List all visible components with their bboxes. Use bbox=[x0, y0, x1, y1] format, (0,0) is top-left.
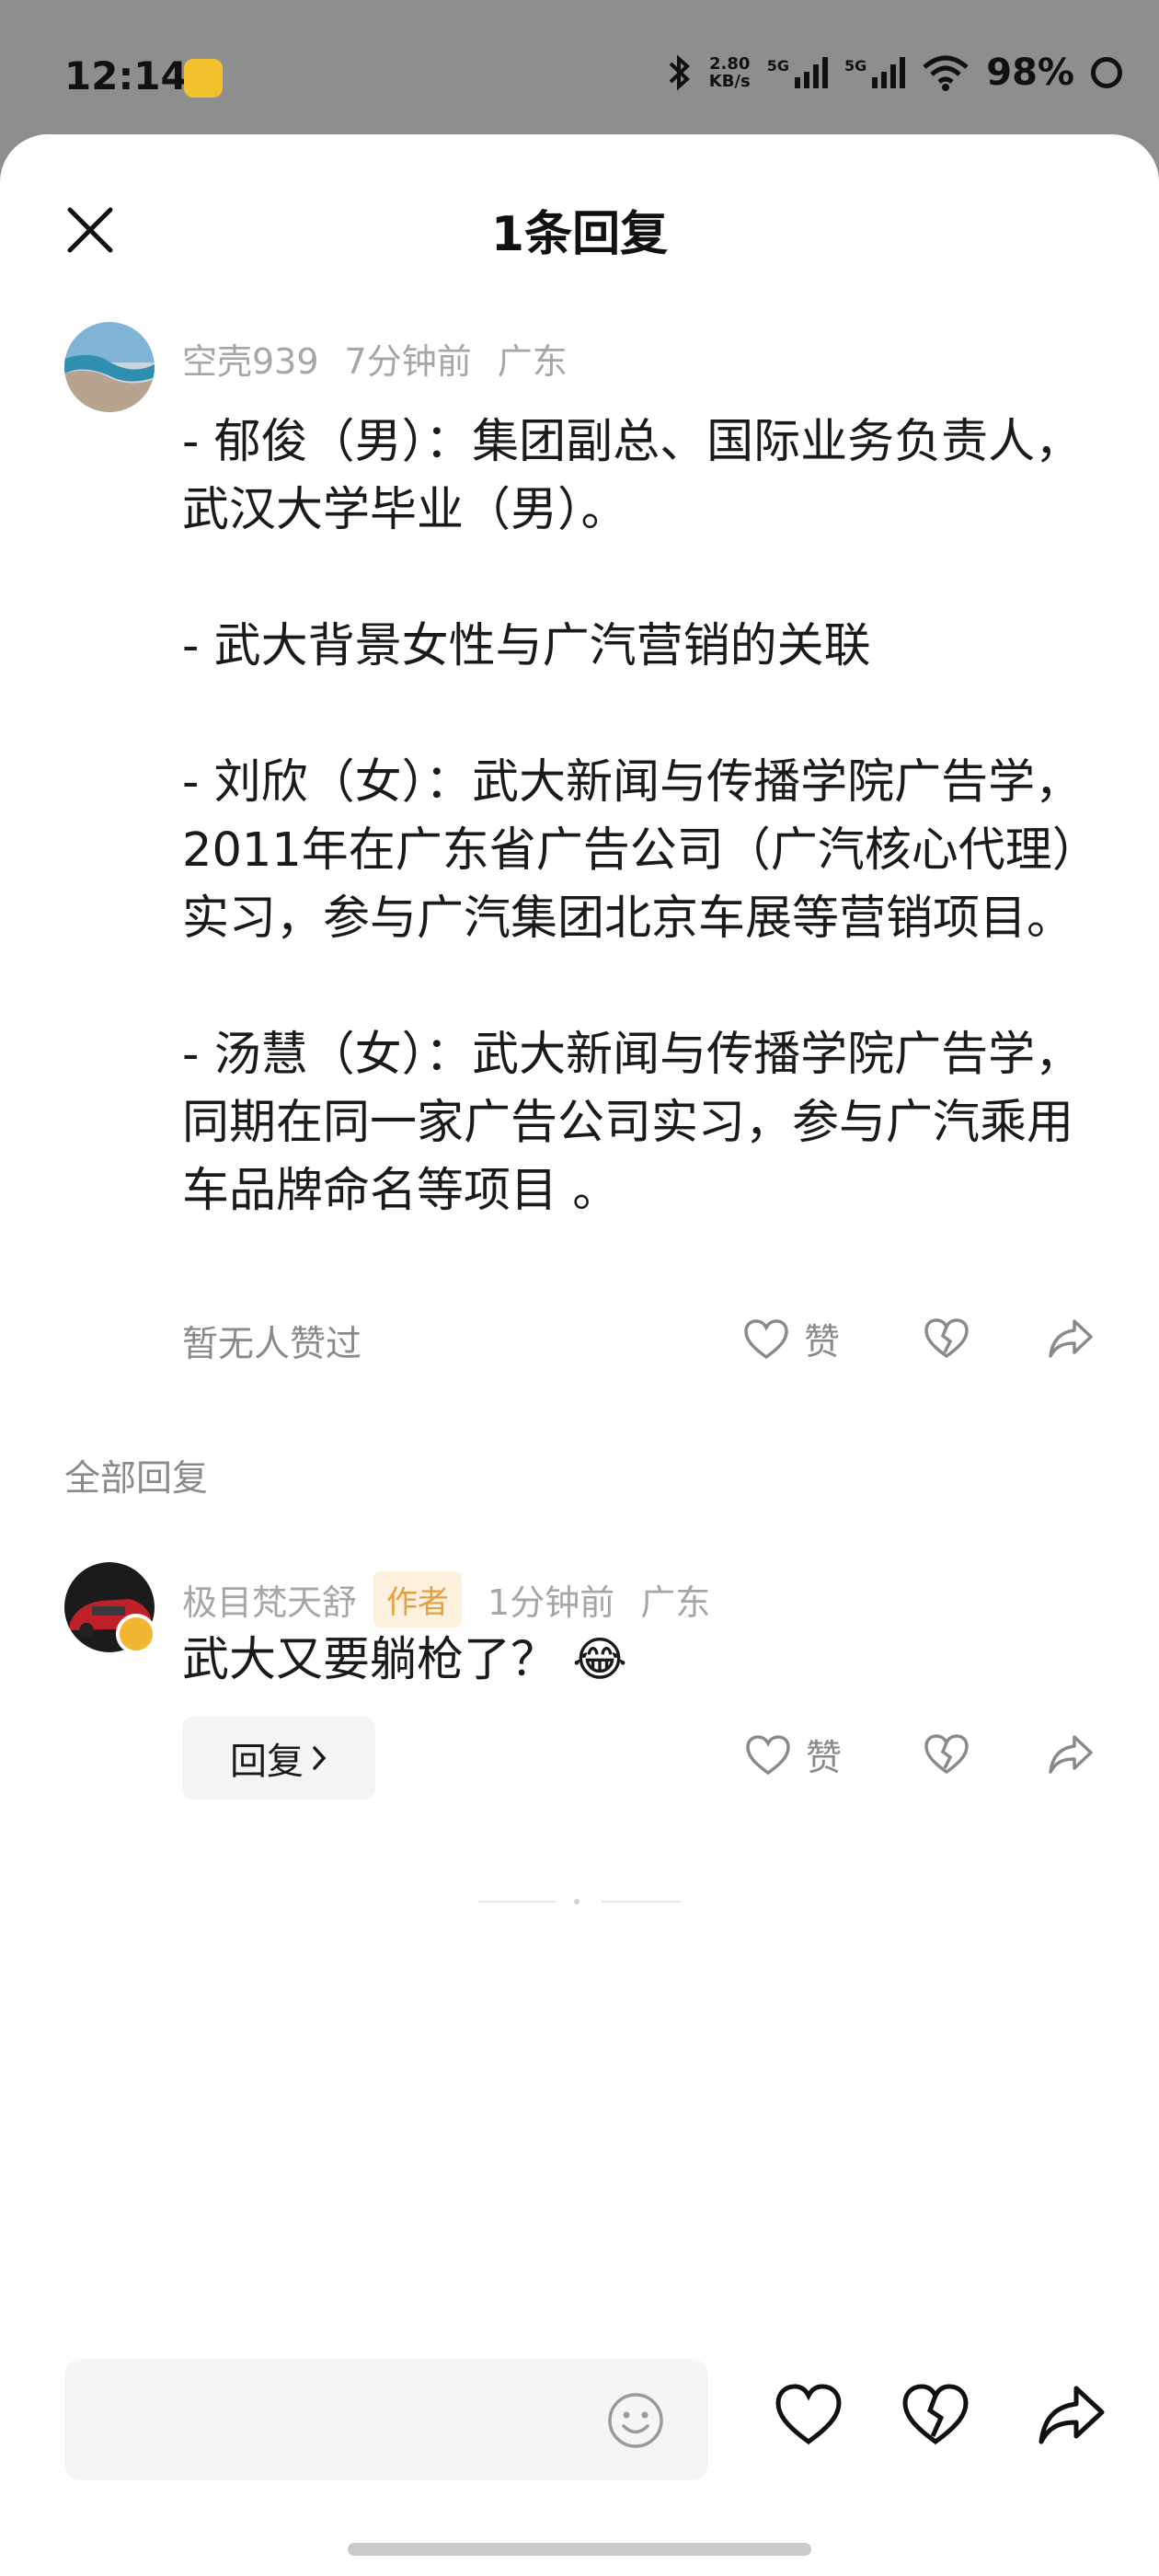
avatar[interactable] bbox=[64, 322, 155, 412]
heart-icon bbox=[744, 1319, 788, 1360]
comment-time: 7分钟前 bbox=[344, 341, 472, 382]
reply-input[interactable] bbox=[64, 2359, 708, 2480]
signal-sim1-icon: 5G bbox=[767, 57, 828, 88]
like-label: 赞 bbox=[806, 1738, 843, 1779]
comment-paragraph: - 武大背景女性与广汽营销的关联 bbox=[182, 619, 871, 673]
like-label: 赞 bbox=[804, 1322, 841, 1363]
dislike-icon[interactable] bbox=[901, 2383, 970, 2447]
comment-meta: 空壳939 7分钟前 广东 bbox=[182, 333, 593, 384]
battery-level: 98% bbox=[986, 52, 1074, 94]
reply-meta: 极目梵天舒 作者 1分钟前 广东 bbox=[182, 1571, 736, 1627]
sheet-title: 1条回复 bbox=[490, 207, 669, 262]
comment-paragraph: - 汤慧（女）：武大新闻与传播学院广告学，同期在同一家广告公司实习，参与广汽乘用… bbox=[182, 1028, 1083, 1218]
share-icon[interactable] bbox=[1047, 1733, 1095, 1776]
comment-username[interactable]: 空壳939 bbox=[182, 341, 319, 382]
comment-paragraph: - 刘欣（女）：武大新闻与传播学院广告学，2011年在广东省广告公司（广汽核心代… bbox=[182, 755, 1099, 946]
net-speed: 2.80 KB/s bbox=[708, 54, 751, 91]
comment-body: - 郁俊（男）：集团副总、国际业务负责人，武汉大学毕业（男）。 - 武大背景女性… bbox=[182, 408, 1102, 1225]
heart-icon[interactable] bbox=[775, 2383, 843, 2447]
comment-paragraph: - 郁俊（男）：集团副总、国际业务负责人，武汉大学毕业（男）。 bbox=[182, 415, 1083, 537]
comment-actions: 暂无人赞过 赞 bbox=[182, 1316, 1102, 1371]
no-likes-text: 暂无人赞过 bbox=[182, 1324, 362, 1365]
share-icon[interactable] bbox=[1036, 2383, 1107, 2447]
all-replies-label: 全部回复 bbox=[64, 1458, 209, 1500]
battery-ring-icon bbox=[1091, 57, 1122, 88]
reply-location: 广东 bbox=[640, 1582, 711, 1623]
list-end-marker bbox=[478, 1899, 681, 1904]
status-time: 12:14 bbox=[64, 53, 188, 98]
status-icons: 2.80 KB/s 5G 5G 98% bbox=[667, 52, 1122, 94]
reply-body: 武大又要躺枪了？ 😂 bbox=[182, 1627, 1102, 1695]
like-button[interactable]: 赞 bbox=[745, 1730, 842, 1781]
replies-sheet: 1条回复 空壳939 7分钟前 广东 - 郁俊（男）：集团副总、国际业务负责人，武汉… bbox=[0, 134, 1159, 2576]
verified-badge-icon bbox=[116, 1614, 156, 1654]
dislike-icon[interactable] bbox=[924, 1733, 970, 1776]
reply-actions: 赞 bbox=[182, 1731, 1102, 1787]
laughing-emoji: 😂 bbox=[572, 1633, 627, 1687]
share-icon[interactable] bbox=[1047, 1317, 1095, 1360]
wifi-icon bbox=[923, 55, 969, 91]
reply-text: 武大又要躺枪了？ bbox=[182, 1633, 558, 1687]
emoji-icon[interactable] bbox=[607, 2392, 664, 2449]
notification-app-icon bbox=[184, 59, 223, 98]
author-badge: 作者 bbox=[373, 1571, 463, 1627]
bluetooth-icon bbox=[669, 54, 690, 91]
signal-sim2-icon: 5G bbox=[844, 57, 906, 88]
comment-location: 广东 bbox=[497, 341, 568, 382]
status-bar: 12:14 2.80 KB/s 5G 5G 98% bbox=[0, 0, 1159, 138]
reply-username[interactable]: 极目梵天舒 bbox=[182, 1574, 357, 1625]
home-indicator[interactable] bbox=[348, 2543, 811, 2556]
like-button[interactable]: 赞 bbox=[743, 1314, 840, 1365]
reply-time: 1分钟前 bbox=[488, 1582, 615, 1623]
heart-icon bbox=[746, 1735, 790, 1776]
dislike-icon[interactable] bbox=[924, 1317, 970, 1360]
